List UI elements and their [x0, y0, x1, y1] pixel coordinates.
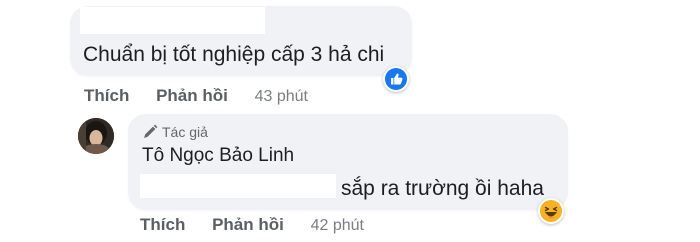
redacted-name [80, 7, 265, 34]
author-badge-label: Tác giả [162, 124, 208, 140]
comment-actions: Thích Phản hồi 43 phút [84, 86, 308, 106]
reply-button[interactable]: Phản hồi [156, 86, 228, 105]
redacted-mention [140, 174, 336, 198]
like-icon [385, 68, 407, 90]
reply-button[interactable]: Phản hồi [212, 215, 284, 234]
reaction-badge[interactable] [383, 66, 409, 92]
comment-actions: Thích Phản hồi 42 phút [140, 215, 364, 235]
author-badge: Tác giả [142, 124, 208, 140]
like-button[interactable]: Thích [84, 86, 129, 105]
haha-icon [540, 200, 562, 222]
comment-text: Chuẩn bị tốt nghiệp cấp 3 hả chi [83, 43, 385, 66]
author-name[interactable]: Tô Ngọc Bảo Linh [142, 145, 294, 167]
comment-text: sắp ra trường ồi haha [341, 177, 544, 200]
like-button[interactable]: Thích [140, 215, 185, 234]
reaction-badge[interactable] [538, 198, 564, 224]
comment-thread: Chuẩn bị tốt nghiệp cấp 3 hả chi Thích P… [0, 0, 700, 242]
pen-icon [144, 124, 158, 138]
comment-timestamp[interactable]: 42 phút [311, 217, 364, 234]
comment-timestamp[interactable]: 43 phút [255, 88, 308, 105]
avatar[interactable] [78, 118, 114, 154]
